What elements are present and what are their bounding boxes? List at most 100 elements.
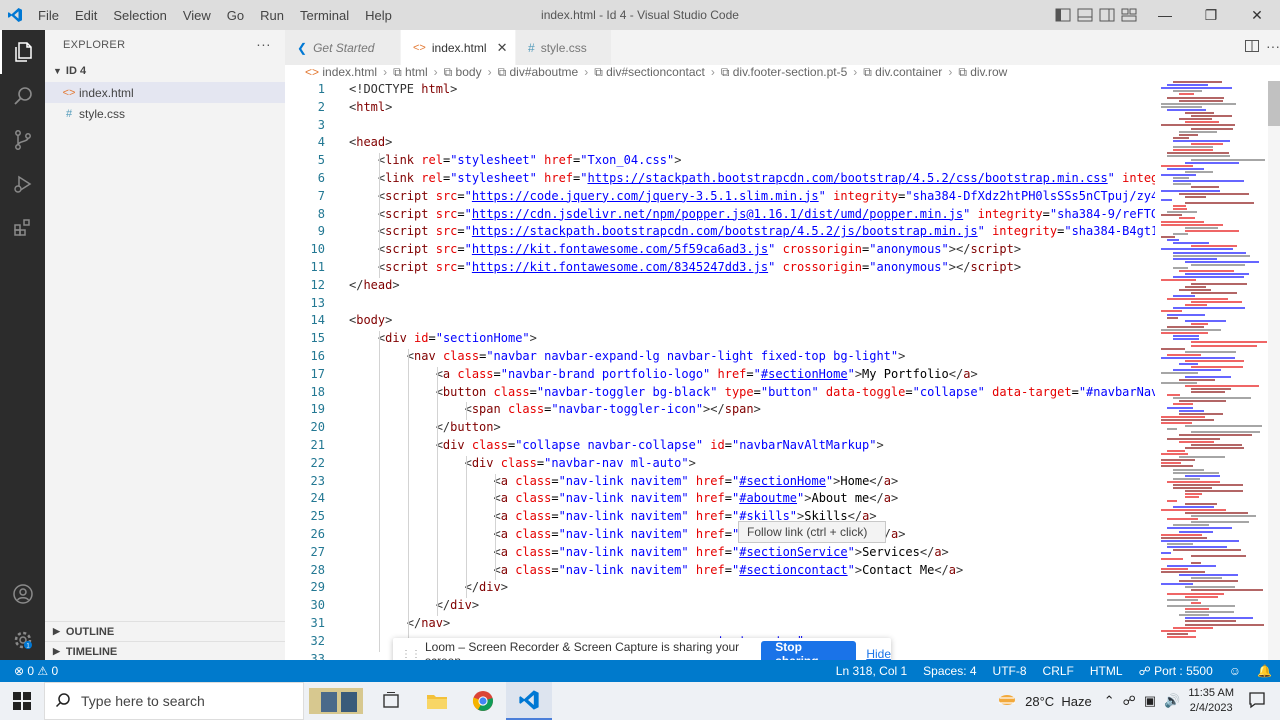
tab-style-css[interactable]: # style.css [516,30,612,65]
notifications-icon[interactable] [1248,691,1266,712]
encoding[interactable]: UTF-8 [993,664,1027,678]
source-control-icon[interactable] [0,118,45,162]
split-editor-icon[interactable] [1244,38,1260,57]
code-line[interactable]: 8 <script src="https://cdn.jsdelivr.net/n… [285,207,1155,225]
menu-edit[interactable]: Edit [67,8,105,23]
taskbar-clock[interactable]: 11:35 AM 2/4/2023 [1188,686,1234,716]
notifications-bell-icon[interactable]: 🔔 [1257,664,1272,678]
search-icon[interactable] [0,74,45,118]
toggle-panel-icon[interactable] [1076,6,1094,24]
breadcrumb-item[interactable]: ⧉ div#aboutme [498,65,579,80]
explorer-icon[interactable] [0,30,45,74]
code-line[interactable]: 27 <a class="nav-link navitem" href="#sec… [285,545,1155,563]
settings-gear-icon[interactable]: 1 [0,618,45,662]
chrome-icon[interactable] [460,682,506,720]
code-token[interactable]: #sectioncontact [739,563,847,577]
menu-file[interactable]: File [30,8,67,23]
code-token[interactable]: https://kit.fontawesome.com/8345247dd3.j… [472,260,768,274]
file-style-css[interactable]: # style.css [45,103,285,124]
weather-icon[interactable] [997,692,1017,711]
code-line[interactable]: 12 </head> [285,278,1155,296]
restore-icon[interactable]: ❐ [1188,0,1234,30]
extensions-icon[interactable] [0,206,45,250]
code-line[interactable]: 19 <span class="navbar-toggler-icon"></sp… [285,402,1155,420]
breadcrumb-item[interactable]: ⧉ div#sectioncontact [594,65,705,80]
live-server-port[interactable]: ☍ Port : 5500 [1139,664,1213,678]
code-line[interactable]: 11 <script src="https://kit.fontawesome.c… [285,260,1155,278]
feedback-icon[interactable]: ☺ [1229,664,1241,678]
customize-layout-icon[interactable] [1120,6,1138,24]
code-line[interactable]: 4 <head> [285,135,1155,153]
account-icon[interactable] [0,572,45,616]
code-token[interactable]: #aboutme [739,491,797,505]
code-line[interactable]: 10 <script src="https://kit.fontawesome.c… [285,242,1155,260]
outline-section[interactable]: ▶ OUTLINE [45,621,285,641]
breadcrumb-item[interactable]: <> index.html [305,65,377,79]
code-line[interactable]: 16 <nav class="navbar navbar-expand-lg na… [285,349,1155,367]
display-icon[interactable]: ▣ [1144,693,1156,709]
close-tab-icon[interactable]: ✕ [497,40,508,56]
file-explorer-icon[interactable] [414,682,460,720]
code-line[interactable]: 30 </div> [285,598,1155,616]
vscode-taskbar-icon[interactable] [506,682,552,720]
indentation[interactable]: Spaces: 4 [923,664,976,678]
tray-chevron-up-icon[interactable]: ⌃ [1104,693,1115,709]
code-token[interactable]: #sectionHome [739,474,826,488]
code-line[interactable]: 21 <div class="collapse navbar-collapse" … [285,438,1155,456]
menu-view[interactable]: View [175,8,219,23]
timeline-section[interactable]: ▶ TIMELINE [45,641,285,661]
breadcrumb-item[interactable]: ⧉ body [444,65,482,80]
minimize-icon[interactable]: — [1142,0,1188,30]
code-editor[interactable]: 1 <!DOCTYPE html> 2 <html> 3 4 <head> 5 <link re… [285,81,1155,660]
menu-run[interactable]: Run [252,8,292,23]
volume-icon[interactable]: 🔊 [1164,693,1180,709]
toggle-sidebar-icon[interactable] [1054,6,1072,24]
code-line[interactable]: 23 <a class="nav-link navitem" href="#sec… [285,474,1155,492]
code-line[interactable]: 7 <script src="https://code.jquery.com/jq… [285,189,1155,207]
folder-id4[interactable]: ▼ ID 4 [45,60,285,82]
file-index-html[interactable]: <> index.html [45,82,285,103]
breadcrumb-item[interactable]: ⧉ html [393,65,428,80]
code-line[interactable]: 31 </nav> [285,616,1155,634]
network-icon[interactable]: ☍ [1123,693,1136,709]
code-token[interactable]: https://stackpath.bootstrapcdn.com/boots… [472,224,978,238]
windows-start-icon[interactable] [0,682,44,720]
menu-terminal[interactable]: Terminal [292,8,357,23]
code-line[interactable]: 13 [285,296,1155,314]
minimap[interactable] [1155,81,1267,660]
task-thumbnail-icon[interactable] [304,682,368,720]
language-mode[interactable]: HTML [1090,664,1123,678]
menu-go[interactable]: Go [219,8,252,23]
toggle-secondary-sidebar-icon[interactable] [1098,6,1116,24]
code-line[interactable]: 24 <a class="nav-link navitem" href="#abo… [285,491,1155,509]
task-view-icon[interactable] [368,682,414,720]
code-line[interactable]: 5 <link rel="stylesheet" href="Txon_04.cs… [285,153,1155,171]
code-line[interactable]: 25 <a class="nav-link navitem" href="#ski… [285,509,1155,527]
menu-selection[interactable]: Selection [105,8,174,23]
breadcrumb-item[interactable]: ⧉ div.container [863,65,942,80]
cursor-position[interactable]: Ln 318, Col 1 [836,664,907,678]
code-line[interactable]: 15 <div id="sectionHome"> [285,331,1155,349]
breadcrumb-item[interactable]: ⧉ div.row [958,65,1007,80]
code-line[interactable]: 20 </button> [285,420,1155,438]
weather-text[interactable]: 28°C Haze [1025,694,1092,709]
code-line[interactable]: 29 </div> [285,580,1155,598]
menu-help[interactable]: Help [357,8,400,23]
drag-handle-icon[interactable]: ⋮⋮ [401,649,421,660]
end-of-line[interactable]: CRLF [1043,664,1074,678]
code-line[interactable]: 18 <button class="navbar-toggler bg-black… [285,385,1155,403]
code-token[interactable]: #sectionService [739,545,847,559]
code-line[interactable]: 22 <div class="navbar-nav ml-auto"> [285,456,1155,474]
code-line[interactable]: 14 <body> [285,313,1155,331]
code-line[interactable]: 26<a class="nav-link navitem" href="#pro… [285,527,1155,545]
vertical-scrollbar[interactable] [1268,81,1280,660]
more-actions-icon[interactable]: ··· [1266,38,1280,54]
code-line[interactable]: 28 <a class="nav-link navitem" href="#sec… [285,563,1155,581]
hide-link[interactable]: Hide [866,647,891,661]
tab-index-html[interactable]: <> index.html ✕ [401,30,516,65]
code-token[interactable]: https://code.jquery.com/jquery-3.5.1.sli… [472,189,819,203]
code-line[interactable]: 2 <html> [285,100,1155,118]
code-line[interactable]: 17 <a class="navbar-brand portfolio-logo"… [285,367,1155,385]
close-window-icon[interactable]: ✕ [1234,0,1280,30]
code-token[interactable]: #sectionHome [761,367,848,381]
